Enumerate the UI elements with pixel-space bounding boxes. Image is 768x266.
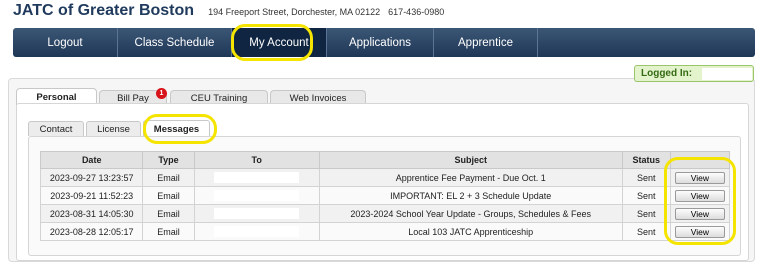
- messages-table: Date Type To Subject Status 2023-09-27 1…: [39, 151, 731, 241]
- logged-in-badge: Logged In:: [634, 65, 754, 82]
- redacted-username: [702, 68, 752, 80]
- redacted-recipient: [214, 172, 300, 184]
- redacted-recipient: [214, 190, 300, 202]
- message-to: [193, 186, 320, 205]
- message-status: Sent: [621, 186, 671, 205]
- message-subject: Local 103 JATC Apprenticeship: [318, 222, 623, 241]
- message-subject: 2023-2024 School Year Update - Groups, S…: [318, 204, 623, 223]
- view-button[interactable]: View: [674, 189, 725, 202]
- col-date: Date: [39, 151, 144, 169]
- message-type: Email: [142, 186, 195, 205]
- view-button[interactable]: View: [674, 171, 725, 184]
- message-action: View: [669, 204, 731, 223]
- site-header: JATC of Greater Boston 194 Freeport Stre…: [13, 2, 444, 24]
- view-button[interactable]: View: [674, 207, 725, 220]
- message-subject: Apprentice Fee Payment - Due Oct. 1: [318, 168, 623, 187]
- nav-class-schedule[interactable]: Class Schedule: [118, 28, 232, 57]
- message-action: View: [669, 186, 731, 205]
- col-status: Status: [621, 151, 671, 169]
- message-type: Email: [142, 222, 195, 241]
- message-date: 2023-08-28 12:05:17: [39, 222, 144, 241]
- message-action: View: [669, 168, 731, 187]
- main-nav: Logout Class Schedule My Account Applica…: [13, 28, 755, 57]
- org-phone: 617-436-0980: [388, 7, 445, 17]
- message-action: View: [669, 222, 731, 241]
- org-address: 194 Freeport Street, Dorchester, MA 0212…: [208, 7, 381, 17]
- subtab-messages[interactable]: Messages: [143, 120, 210, 137]
- message-status: Sent: [621, 222, 671, 241]
- nav-apprentice[interactable]: Apprentice: [434, 28, 538, 57]
- message-subject: IMPORTANT: EL 2 + 3 Schedule Update: [318, 186, 623, 205]
- redacted-recipient: [214, 226, 300, 238]
- subtab-contact[interactable]: Contact: [28, 121, 84, 136]
- col-to: To: [193, 151, 320, 169]
- col-action: [669, 151, 731, 169]
- logged-in-label: Logged In:: [641, 68, 693, 79]
- message-type: Email: [142, 168, 195, 187]
- nav-applications[interactable]: Applications: [327, 28, 434, 57]
- message-to: [193, 222, 320, 241]
- message-date: 2023-08-31 14:05:30: [39, 204, 144, 223]
- message-status: Sent: [621, 204, 671, 223]
- message-date: 2023-09-21 11:52:23: [39, 186, 144, 205]
- message-to: [193, 168, 320, 187]
- redacted-recipient: [214, 208, 300, 220]
- table-row: 2023-08-28 12:05:17 Email Local 103 JATC…: [39, 222, 731, 241]
- subtab-license[interactable]: License: [86, 121, 141, 136]
- nav-logout[interactable]: Logout: [13, 28, 118, 57]
- table-row: 2023-08-31 14:05:30 Email 2023-2024 Scho…: [39, 204, 731, 223]
- message-type: Email: [142, 204, 195, 223]
- col-subject: Subject: [318, 151, 623, 169]
- table-row: 2023-09-21 11:52:23 Email IMPORTANT: EL …: [39, 186, 731, 205]
- message-date: 2023-09-27 13:23:57: [39, 168, 144, 187]
- bill-pay-notification-badge: 1: [156, 88, 167, 99]
- view-button[interactable]: View: [674, 225, 725, 238]
- col-type: Type: [142, 151, 195, 169]
- nav-my-account[interactable]: My Account: [232, 28, 327, 57]
- table-header-row: Date Type To Subject Status: [39, 151, 731, 169]
- org-title: JATC of Greater Boston: [13, 2, 195, 19]
- message-status: Sent: [621, 168, 671, 187]
- message-to: [193, 204, 320, 223]
- table-row: 2023-09-27 13:23:57 Email Apprentice Fee…: [39, 168, 731, 187]
